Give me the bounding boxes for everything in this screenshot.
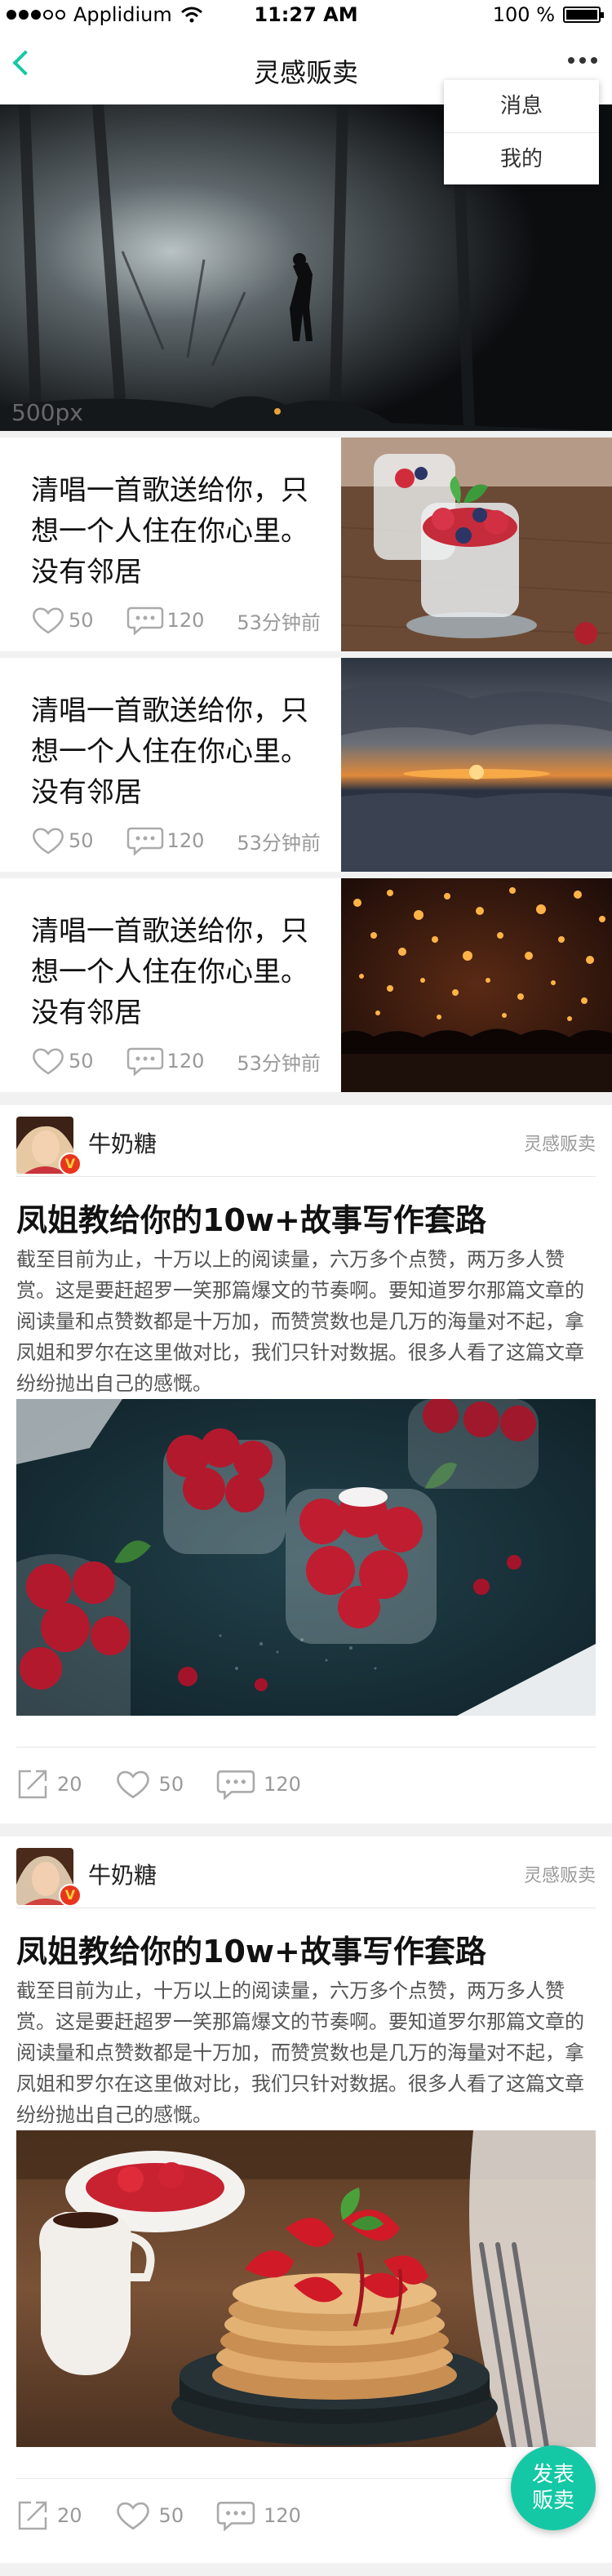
publish-button-line2: 贩卖 bbox=[531, 2489, 574, 2513]
article-source: 灵感贩卖 bbox=[523, 1866, 596, 1886]
hero-watermark: 500px bbox=[11, 399, 83, 426]
list-item[interactable]: 清唱一首歌送给你，只想一个人住在你心里。没有邻居 50 120 53分钟前 bbox=[0, 658, 612, 872]
menu-item-messages[interactable]: 消息 bbox=[444, 80, 599, 132]
like-count: 50 bbox=[69, 829, 94, 852]
article-header: V 牛奶糖 灵感贩卖 bbox=[16, 1105, 596, 1177]
comment-icon[interactable] bbox=[126, 1046, 164, 1076]
verified-badge-icon: V bbox=[59, 1153, 82, 1175]
comment-count: 120 bbox=[264, 2504, 301, 2527]
comment-count: 120 bbox=[264, 1773, 301, 1796]
comment-count: 120 bbox=[166, 829, 205, 852]
list-item-thumbnail bbox=[341, 878, 612, 1092]
heart-icon[interactable] bbox=[115, 1769, 151, 1800]
article-image[interactable] bbox=[16, 2130, 596, 2447]
article-title[interactable]: 凤姐教给你的10w+故事写作套路 bbox=[16, 1926, 486, 1971]
heart-icon[interactable] bbox=[31, 606, 65, 635]
comment-count: 120 bbox=[166, 609, 205, 632]
author-name[interactable]: 牛奶糖 bbox=[88, 1126, 157, 1159]
comment-icon[interactable] bbox=[126, 606, 164, 635]
article-excerpt: 截至目前为止，十万以上的阅读量，六万多个点赞，两万多人赞赏。这是要赶超罗一笑那篇… bbox=[16, 1248, 584, 1395]
article-image[interactable] bbox=[16, 1399, 596, 1716]
post-time: 53分钟前 bbox=[237, 611, 321, 634]
comment-icon[interactable] bbox=[126, 826, 164, 855]
article-actions: 20 50 120 bbox=[16, 1768, 334, 1801]
battery-percent: 100 % bbox=[492, 3, 555, 26]
article-actions: 20 50 120 bbox=[16, 2499, 334, 2532]
article-card[interactable]: V 牛奶糖 灵感贩卖 凤姐教给你的10w+故事写作套路 截至目前为止，十万以上的… bbox=[0, 1837, 612, 2563]
comment-icon[interactable] bbox=[216, 2500, 255, 2531]
list-item-meta: 50 120 53分钟前 bbox=[31, 826, 321, 855]
heart-icon[interactable] bbox=[31, 826, 65, 855]
status-bar: Applidium 11:27 AM 100 % bbox=[0, 0, 612, 33]
list-item-thumbnail bbox=[341, 658, 612, 872]
list-item-title: 清唱一首歌送给你，只想一个人住在你心里。没有邻居 bbox=[31, 474, 308, 588]
share-count: 20 bbox=[57, 2504, 82, 2527]
heart-icon[interactable] bbox=[115, 2500, 151, 2531]
more-menu: 消息 我的 bbox=[444, 80, 599, 184]
battery-icon bbox=[563, 7, 604, 23]
article-title[interactable]: 凤姐教给你的10w+故事写作套路 bbox=[16, 1195, 486, 1240]
menu-item-mine[interactable]: 我的 bbox=[444, 132, 599, 184]
article-source: 灵感贩卖 bbox=[523, 1135, 596, 1155]
publish-button[interactable]: 发表 贩卖 bbox=[511, 2445, 596, 2530]
list-item-title: 清唱一首歌送给你，只想一个人住在你心里。没有邻居 bbox=[31, 915, 308, 1029]
comment-count: 120 bbox=[166, 1050, 205, 1073]
comment-icon[interactable] bbox=[216, 1769, 255, 1800]
article-card[interactable]: V 牛奶糖 灵感贩卖 凤姐教给你的10w+故事写作套路 截至目前为止，十万以上的… bbox=[0, 1105, 612, 1823]
list-item-thumbnail bbox=[341, 437, 612, 651]
list-item[interactable]: 清唱一首歌送给你，只想一个人住在你心里。没有邻居 50 120 53分钟前 bbox=[0, 878, 612, 1092]
share-count: 20 bbox=[57, 1773, 82, 1796]
like-count: 50 bbox=[158, 2504, 184, 2527]
list-item[interactable]: 清唱一首歌送给你，只想一个人住在你心里。没有邻居 50 120 53分钟前 bbox=[0, 437, 612, 651]
article-header: V 牛奶糖 灵感贩卖 bbox=[16, 1837, 596, 1908]
like-count: 50 bbox=[69, 609, 94, 632]
list-item-title: 清唱一首歌送给你，只想一个人住在你心里。没有邻居 bbox=[31, 695, 308, 809]
publish-button-line1: 发表 bbox=[531, 2463, 574, 2487]
list-item-meta: 50 120 53分钟前 bbox=[31, 606, 321, 635]
share-icon[interactable] bbox=[16, 1768, 49, 1801]
author-name[interactable]: 牛奶糖 bbox=[88, 1858, 157, 1890]
share-icon[interactable] bbox=[16, 2499, 49, 2532]
post-time: 53分钟前 bbox=[237, 831, 321, 855]
heart-icon[interactable] bbox=[31, 1046, 65, 1076]
like-count: 50 bbox=[158, 1773, 184, 1796]
post-time: 53分钟前 bbox=[237, 1051, 321, 1075]
article-excerpt: 截至目前为止，十万以上的阅读量，六万多个点赞，两万多人赞赏。这是要赶超罗一笑那篇… bbox=[16, 1979, 584, 2126]
list-item-meta: 50 120 53分钟前 bbox=[31, 1046, 321, 1076]
divider bbox=[16, 1747, 596, 1748]
more-icon[interactable] bbox=[568, 57, 597, 64]
like-count: 50 bbox=[69, 1050, 94, 1073]
divider bbox=[16, 2478, 596, 2479]
battery-status: 100 % bbox=[492, 3, 604, 26]
verified-badge-icon: V bbox=[59, 1884, 82, 1907]
